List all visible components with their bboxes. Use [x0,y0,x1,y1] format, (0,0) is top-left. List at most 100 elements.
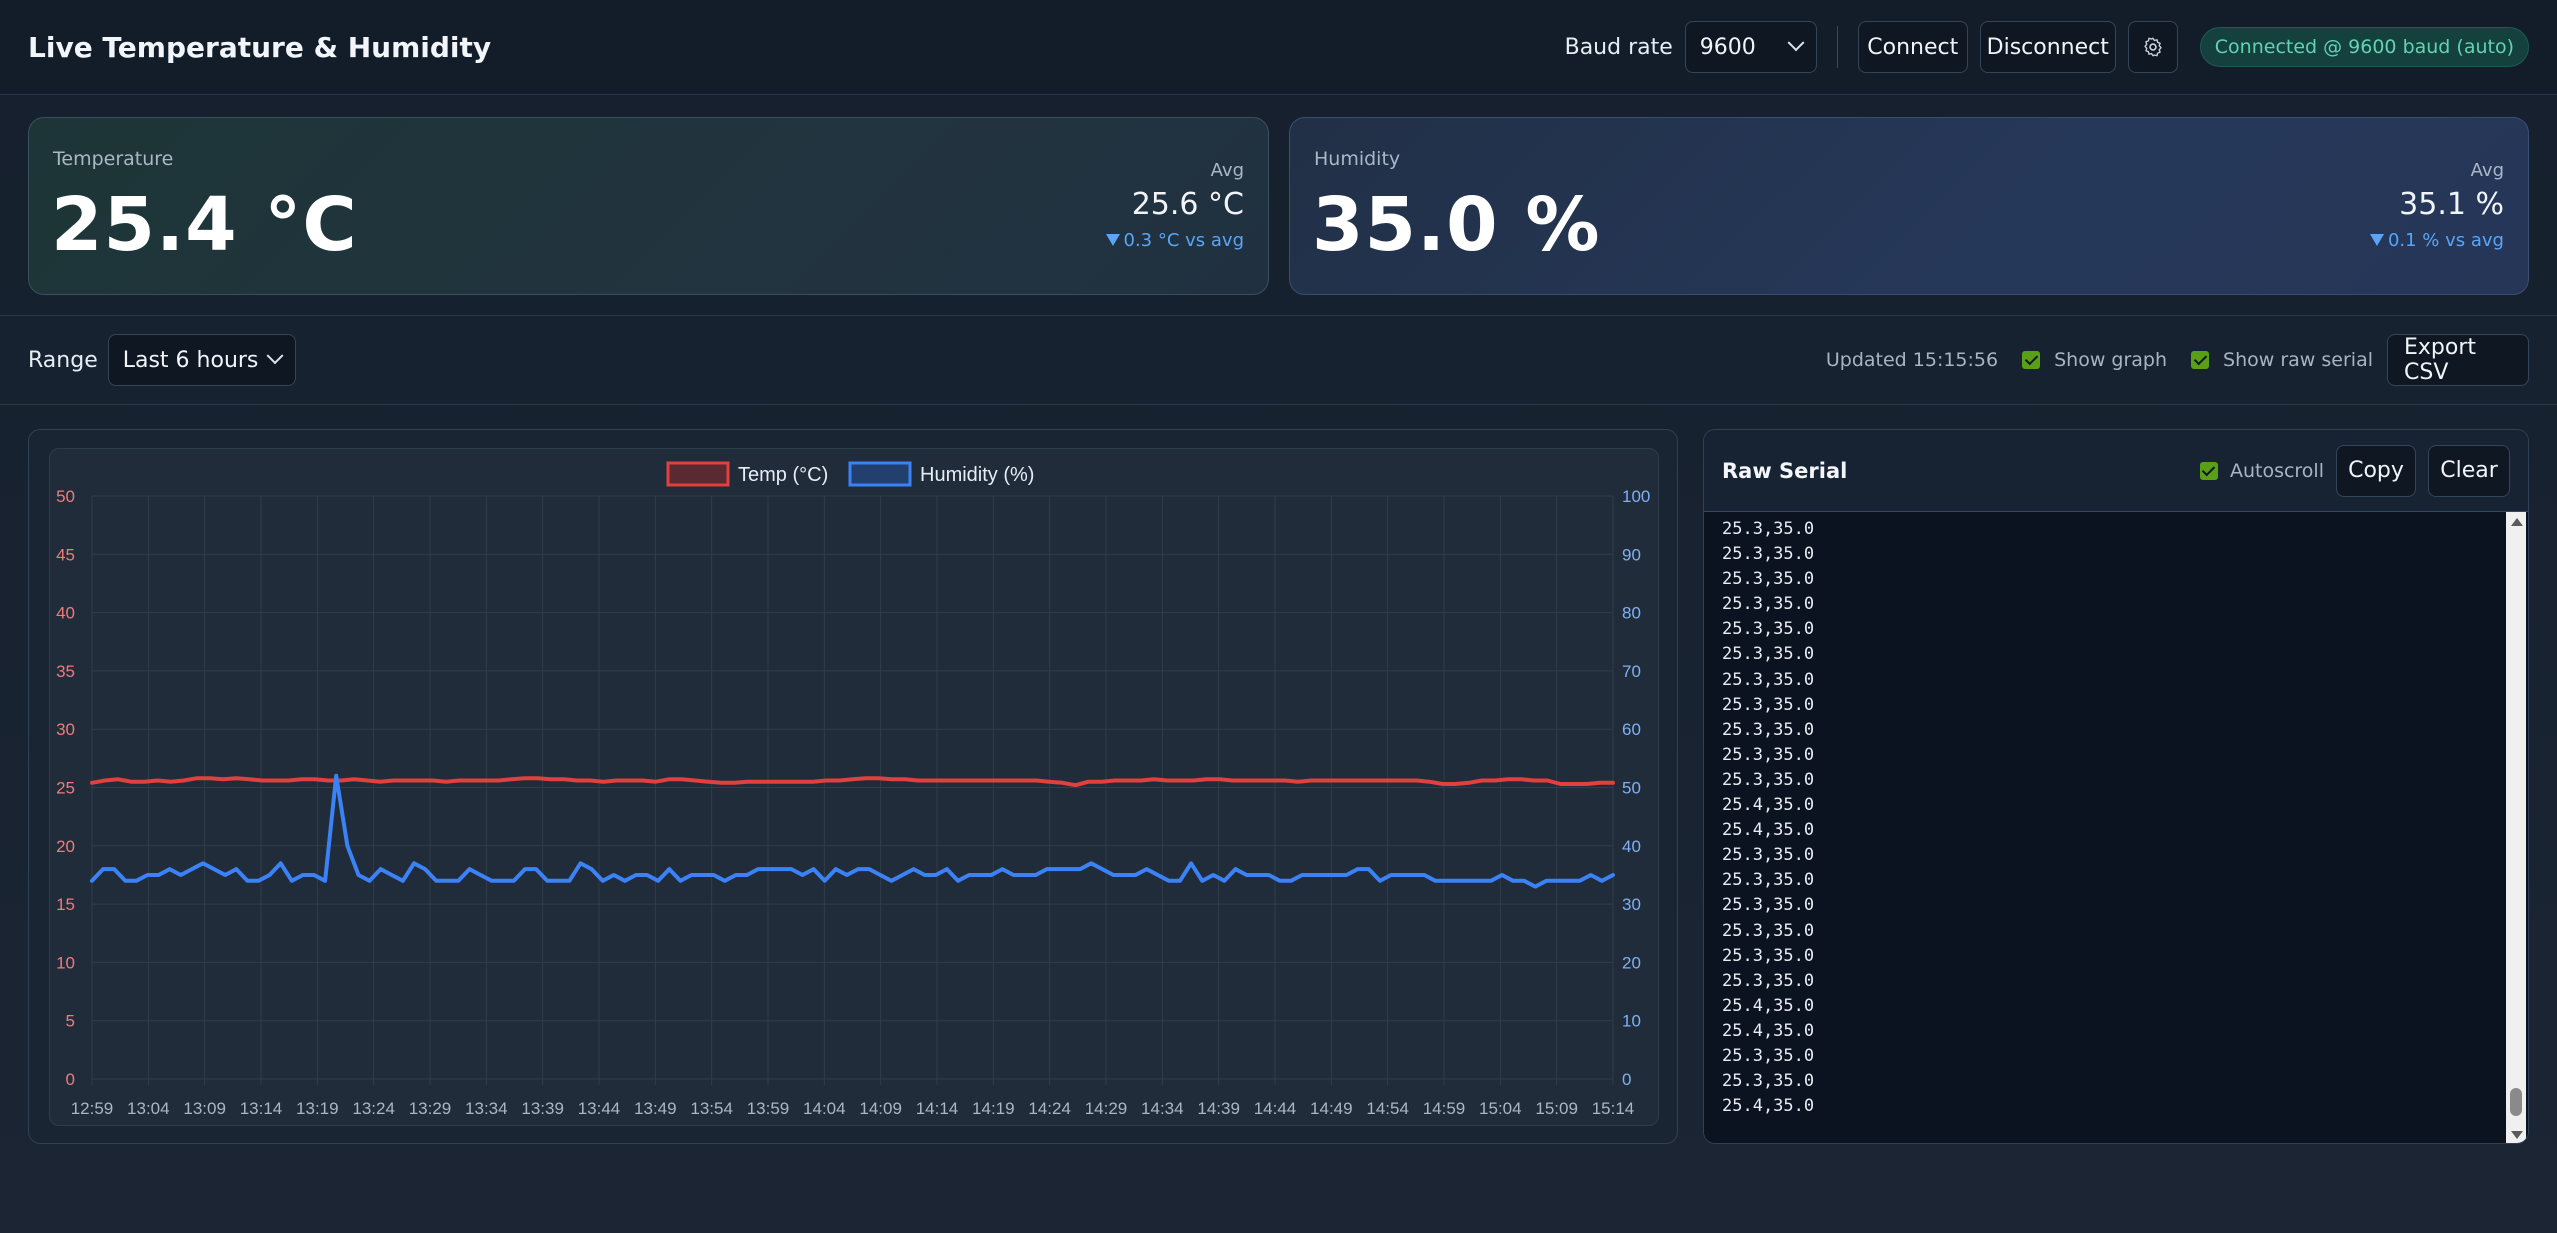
serial-line: 25.3,35.0 [1722,619,1815,640]
autoscroll-label: Autoscroll [2229,459,2324,482]
temperature-avg-value: 25.6 °C [1131,187,1244,222]
gear-icon [2144,37,2162,57]
temperature-humidity-chart: 0 5 10 15 20 25 30 35 40 45 50 0 10 20 30 40 50 60 70 80 90 1… [56,461,1650,1118]
y-right-tick-label: 40 [1622,837,1641,856]
y-right-tick-label: 50 [1622,779,1641,798]
scroll-up-icon[interactable] [2511,518,2523,526]
chevron-down-icon [1787,34,1805,52]
range-value: Last 6 hours [122,347,259,373]
copy-button[interactable]: Copy [2336,444,2416,497]
y-left-tick-label: 35 [56,662,75,681]
serial-line: 25.3,35.0 [1722,870,1815,891]
y-left-tick-label: 10 [56,953,75,972]
legend-swatch-temperature [666,461,730,487]
serial-line: 25.4,35.0 [1722,795,1815,816]
settings-button[interactable] [2127,21,2178,73]
x-tick-label: 13:29 [409,1099,452,1118]
export-csv-button[interactable]: Export CSV [2387,334,2529,386]
serial-line: 25.3,35.0 [1722,895,1815,916]
connect-button[interactable]: Connect [1857,21,1968,73]
humidity-label: Humidity [1314,148,1401,170]
temperature-series-line [90,776,1615,788]
x-tick-label: 14:04 [803,1099,846,1118]
temperature-label: Temperature [53,148,174,170]
chevron-down-icon [266,347,284,365]
humidity-average: Avg 35.1 % 0.1 % vs avg [2369,160,2504,251]
temperature-delta: 0.3 °C vs avg [1105,230,1245,251]
raw-serial-output[interactable]: 25.3,35.0 25.3,35.0 25.3,35.0 25.3,35.0 25.3… [1704,512,2528,1143]
connection-status-badge: Connected @ 9600 baud (auto) [2199,27,2529,67]
range-label: Range [28,347,98,373]
raw-serial-controls: Autoscroll Copy Clear [2190,444,2510,497]
x-tick-label: 15:04 [1479,1099,1522,1118]
x-tick-label: 14:19 [972,1099,1015,1118]
serial-line: 25.4,35.0 [1722,820,1815,841]
y-right-tick-label: 0 [1622,1070,1631,1089]
x-tick-label: 13:24 [352,1099,395,1118]
x-tick-label: 14:39 [1197,1099,1240,1118]
y-right-tick-label: 20 [1622,953,1641,972]
show-raw-serial-checkbox[interactable] [2191,351,2210,369]
serial-line: 25.3,35.0 [1722,945,1815,966]
x-tick-label: 15:14 [1592,1099,1635,1118]
baud-rate-select[interactable]: 9600 [1684,21,1817,73]
serial-line: 25.3,35.0 [1722,594,1815,615]
x-tick-label: 13:04 [127,1099,170,1118]
x-tick-label: 14:29 [1085,1099,1128,1118]
serial-lines: 25.3,35.0 25.3,35.0 25.3,35.0 25.3,35.0 25.3… [1722,517,1814,1119]
humidity-card: Humidity 35.0 % Avg 35.1 % 0.1 % vs avg [1289,117,2529,295]
x-tick-label: 13:14 [240,1099,283,1118]
serial-line: 25.4,35.0 [1722,1096,1815,1117]
x-tick-label: 13:59 [747,1099,790,1118]
legend-label-humidity: Humidity (%) [920,464,1034,486]
x-tick-label: 14:54 [1366,1099,1409,1118]
clear-button[interactable]: Clear [2428,444,2510,497]
humidity-avg-value: 35.1 % [2399,187,2504,222]
y-left-tick-label: 30 [56,720,75,739]
raw-serial-header: Raw Serial Autoscroll Copy Clear [1704,430,2528,512]
x-tick-label: 13:44 [578,1099,621,1118]
baud-rate-label: Baud rate [1564,34,1673,60]
temperature-delta-text: 0.3 °C vs avg [1123,230,1245,251]
serial-line: 25.3,35.0 [1722,669,1815,690]
serial-line: 25.3,35.0 [1722,569,1815,590]
serial-line: 25.3,35.0 [1722,920,1815,941]
connection-controls: Baud rate 9600 Connect Disconnect Connec… [1565,21,2529,73]
baud-rate-value: 9600 [1699,34,1756,60]
x-tick-label: 15:09 [1535,1099,1578,1118]
chart-toolbar: Range Last 6 hours Updated 15:15:56 Show… [0,315,2557,405]
arrow-down-icon [2369,234,2384,246]
y-right-tick-label: 60 [1622,720,1641,739]
x-tick-label: 14:34 [1141,1099,1184,1118]
x-tick-label: 13:49 [634,1099,677,1118]
arrow-down-icon [1105,234,1120,246]
serial-line: 25.3,35.0 [1722,769,1815,790]
serial-line: 25.3,35.0 [1722,694,1815,715]
temperature-card: Temperature 25.4 °C Avg 25.6 °C 0.3 °C v… [28,117,1269,295]
serial-line: 25.3,35.0 [1722,544,1815,565]
show-graph-checkbox[interactable] [2022,351,2041,369]
show-graph-label: Show graph [2054,349,2168,371]
disconnect-button[interactable]: Disconnect [1979,21,2116,73]
legend-swatch-humidity [848,461,912,487]
serial-line: 25.3,35.0 [1722,970,1815,991]
humidity-delta-text: 0.1 % vs avg [2387,230,2504,251]
toolbar-options: Updated 15:15:56 Show graph Show raw ser… [1826,334,2529,386]
scroll-down-icon[interactable] [2511,1131,2523,1139]
x-tick-label: 14:49 [1310,1099,1353,1118]
x-tick-label: 13:09 [183,1099,226,1118]
serial-line: 25.3,35.0 [1722,644,1815,665]
scrollbar[interactable] [2506,512,2526,1143]
x-tick-label: 14:24 [1028,1099,1071,1118]
serial-line: 25.3,35.0 [1722,845,1815,866]
humidity-delta: 0.1 % vs avg [2369,230,2504,251]
y-left-tick-label: 50 [56,487,75,506]
temperature-average: Avg 25.6 °C 0.3 °C vs avg [1105,160,1245,251]
y-left-tick-label: 40 [56,604,75,623]
y-right-tick-label: 30 [1622,895,1641,914]
humidity-series-line [90,773,1615,889]
autoscroll-checkbox[interactable] [2199,461,2218,480]
range-select[interactable]: Last 6 hours [107,334,296,386]
scroll-thumb[interactable] [2510,1088,2522,1116]
chart-area: 0 5 10 15 20 25 30 35 40 45 50 0 10 20 30 40 50 60 70 80 90 1… [49,448,1659,1126]
